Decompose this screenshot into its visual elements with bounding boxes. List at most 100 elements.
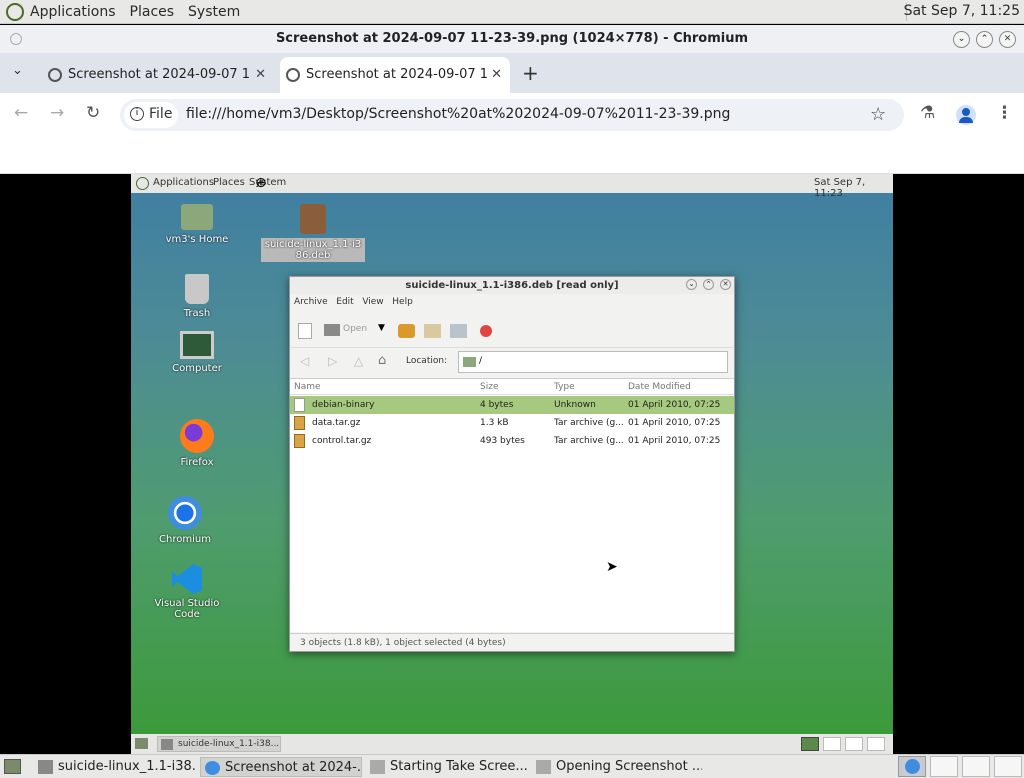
column-name: Name	[294, 382, 321, 392]
toolbar-spacer	[0, 137, 1024, 174]
workspace-4[interactable]	[994, 756, 1022, 777]
firefox-icon	[180, 419, 214, 453]
workspace-1[interactable]	[898, 756, 926, 777]
desktop-icon-firefox[interactable]: Firefox	[159, 419, 235, 468]
url-text[interactable]: file:///home/vm3/Desktop/Screenshot%20at…	[186, 106, 730, 122]
bookmark-star-icon[interactable]: ☆	[870, 104, 886, 125]
file-chip-label: File	[149, 106, 173, 122]
inner-top-panel: Applications Places System ⊕ Sat Sep 7, …	[131, 174, 893, 199]
close-button[interactable]: ✕	[999, 31, 1016, 48]
workspace-3[interactable]	[962, 756, 990, 777]
location-label: Location:	[406, 356, 448, 366]
package-icon	[300, 204, 326, 234]
back-icon[interactable]: ←	[14, 103, 28, 123]
desktop-icon-vscode[interactable]: Visual Studio Code	[141, 564, 233, 620]
desktop-icon-computer[interactable]: Computer	[159, 331, 235, 374]
desktop-icon-home[interactable]: vm3's Home	[159, 204, 235, 245]
archive-menubar: Archive Edit View Help	[294, 297, 413, 307]
inner-task-item: suicide-linux_1.1-i38...	[157, 736, 281, 752]
workspace-1	[801, 737, 819, 751]
menu-help: Help	[392, 297, 413, 307]
gnome-foot-icon[interactable]	[6, 2, 24, 21]
task-opening-screenshot[interactable]: Opening Screenshot ...	[532, 757, 702, 777]
menu-archive: Archive	[294, 297, 328, 307]
tab-screenshot-1[interactable]: Screenshot at 2024-09-07 1 ✕	[42, 57, 274, 93]
places-menu[interactable]: Places	[130, 4, 175, 20]
zoom-cursor-icon: ⊕	[255, 175, 267, 191]
window-title: Screenshot at 2024-09-07 11-23-39.png (1…	[275, 31, 749, 46]
window-titlebar: Screenshot at 2024-09-07 11-23-39.png (1…	[0, 25, 1024, 53]
menu-view: View	[362, 297, 384, 307]
window-menu-icon[interactable]	[10, 33, 22, 45]
omnibox[interactable]: i File file:///home/vm3/Desktop/Screensh…	[120, 99, 904, 131]
trash-icon	[185, 274, 209, 304]
system-menu[interactable]: System	[188, 4, 240, 20]
archive-manager-window: suicide-linux_1.1-i386.deb [read only] ⌄…	[289, 276, 735, 652]
desktop-icon-trash[interactable]: Trash	[159, 274, 235, 319]
show-desktop-icon[interactable]	[4, 759, 21, 774]
browser-toolbar: ← → ↻ i File file:///home/vm3/Desktop/Sc…	[0, 93, 1024, 137]
home-icon: ⌂	[378, 353, 387, 368]
archive-file-icon	[294, 416, 305, 430]
back-arrow-icon: ◁	[300, 354, 310, 368]
archive-toolbar: Open ▼	[290, 315, 734, 345]
minimize-button[interactable]: ⌄	[953, 31, 970, 48]
new-tab-button[interactable]: +	[522, 61, 539, 85]
task-archive-manager[interactable]: suicide-linux_1.1-i38...	[34, 757, 196, 777]
panel-clock[interactable]: Sat Sep 7, 11:25	[904, 3, 1020, 19]
task-chromium[interactable]: Screenshot at 2024-...	[200, 757, 362, 777]
forward-arrow-icon: ▷	[328, 354, 338, 368]
maximize-button[interactable]: ⌃	[976, 31, 993, 48]
desktop-icon-deb[interactable]: suicide-linux_1.1-i386.deb	[261, 204, 365, 262]
screenshot-image: Applications Places System ⊕ Sat Sep 7, …	[131, 174, 893, 754]
row-size: 1.3 kB	[480, 418, 509, 428]
stop-icon	[480, 325, 492, 337]
desktop-icon-label: suicide-linux_1.1-i386.deb	[261, 238, 365, 262]
tab-close-icon[interactable]: ✕	[255, 57, 266, 93]
task-label: Screenshot at 2024-...	[225, 760, 362, 775]
task-take-screenshot[interactable]: Starting Take Scree...	[366, 757, 528, 777]
task-label: suicide-linux_1.1-i38...	[58, 759, 196, 774]
file-chip[interactable]: i File	[124, 102, 178, 128]
applications-menu[interactable]: Applications	[30, 4, 116, 20]
table-row: data.tar.gz 1.3 kB Tar archive (g... 01 …	[290, 414, 734, 432]
tab-label: Screenshot at 2024-09-07 1	[306, 67, 489, 82]
close-icon: ✕	[720, 279, 731, 290]
computer-icon	[180, 331, 214, 359]
menu-kebab-icon[interactable]: ⋮	[996, 103, 1013, 123]
tab-label: Screenshot at 2024-09-07 1	[68, 67, 251, 82]
row-type: Unknown	[554, 400, 596, 410]
chromium-icon	[168, 496, 202, 530]
tab-screenshot-2[interactable]: Screenshot at 2024-09-07 1 ✕	[280, 57, 510, 93]
tab-strip: ⌄ Screenshot at 2024-09-07 1 ✕ Screensho…	[0, 53, 1024, 93]
location-bar: ◁ ▷ △ ⌂ Location: /	[290, 347, 734, 377]
forward-icon[interactable]: →	[50, 103, 64, 123]
workspace-2[interactable]	[930, 756, 958, 777]
bottom-panel: suicide-linux_1.1-i38... Screenshot at 2…	[0, 754, 1024, 778]
gnome-foot-icon	[136, 177, 149, 190]
inner-task-label: suicide-linux_1.1-i38...	[178, 739, 280, 749]
row-type: Tar archive (g...	[554, 436, 624, 446]
globe-icon	[286, 68, 300, 82]
task-label: Starting Take Scree...	[390, 759, 528, 774]
open-icon	[324, 324, 340, 336]
table-row: control.tar.gz 493 bytes Tar archive (g.…	[290, 432, 734, 450]
file-list-header: Name Size Type Date Modified	[290, 379, 734, 395]
desktop-icon-chromium[interactable]: Chromium	[147, 496, 223, 545]
add-folder-icon	[450, 324, 467, 338]
inner-applications-menu: Applications	[153, 177, 215, 188]
profile-avatar-icon[interactable]	[956, 105, 976, 125]
workspace-3	[845, 737, 863, 751]
labs-flask-icon[interactable]: ⚗	[920, 103, 935, 123]
screenshot-task-icon	[536, 760, 551, 774]
minimize-icon: ⌄	[686, 279, 697, 290]
inner-places-menu: Places	[213, 177, 245, 188]
task-label: Opening Screenshot ...	[556, 759, 702, 774]
location-value: /	[479, 356, 483, 366]
reload-icon[interactable]: ↻	[86, 103, 100, 123]
desktop-icon-label: vm3's Home	[165, 234, 229, 245]
chromium-icon	[905, 759, 920, 774]
row-name: debian-binary	[312, 400, 375, 410]
tab-search-icon[interactable]: ⌄	[12, 63, 23, 78]
tab-close-icon[interactable]: ✕	[491, 57, 502, 93]
